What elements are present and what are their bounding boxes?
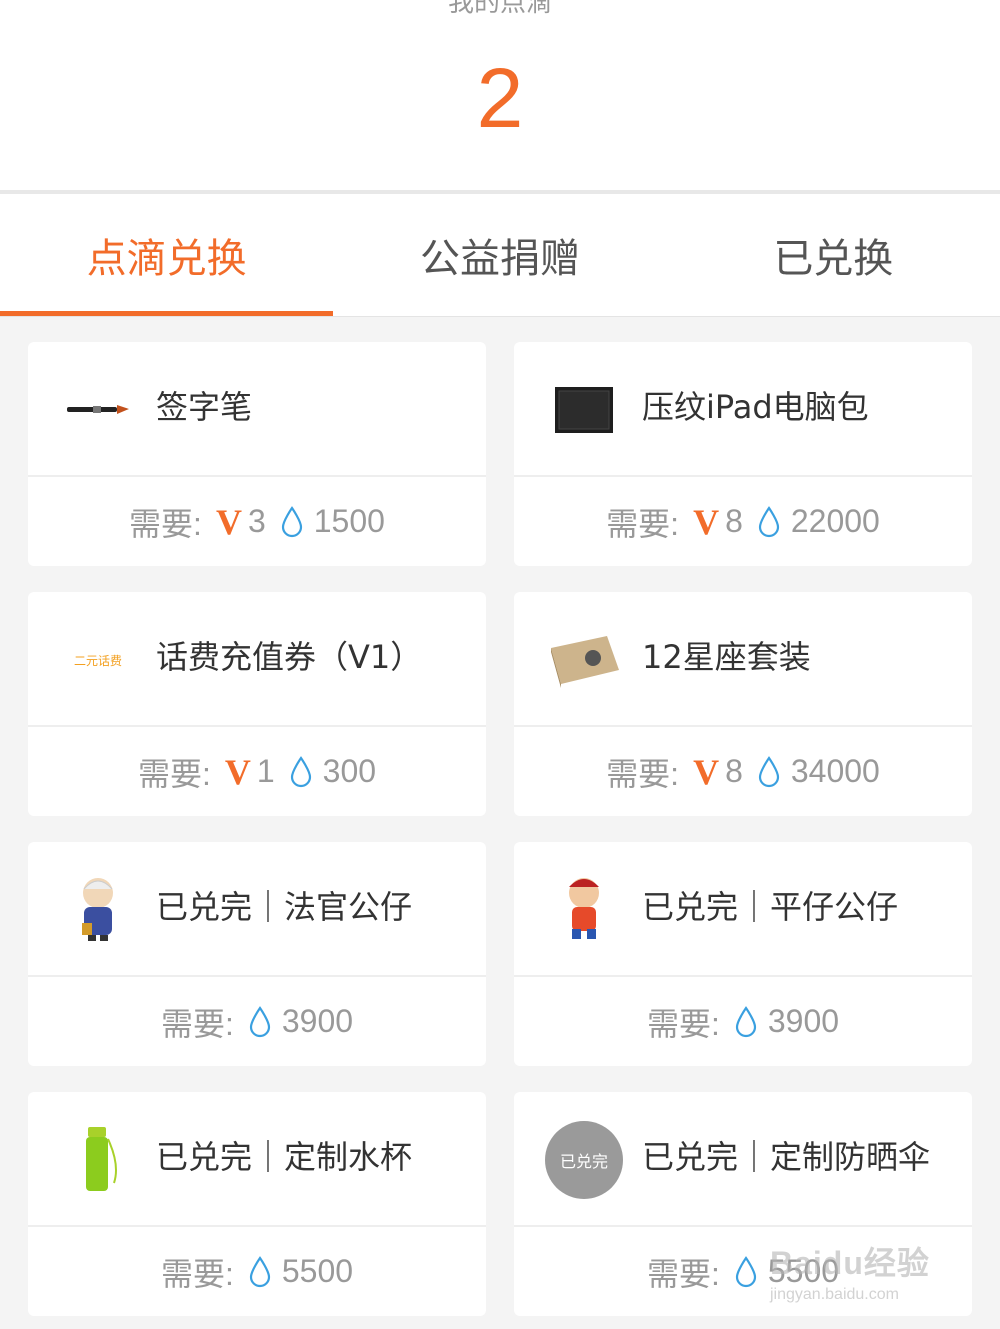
require-label: 需要: — [160, 1005, 234, 1042]
card-cost: 需要: V 1 300 — [28, 727, 486, 816]
phone-credit-icon: 二元话费 — [73, 653, 122, 668]
drop-icon — [734, 1255, 768, 1288]
drop-icon — [289, 755, 323, 788]
vip-icon: V — [215, 501, 242, 542]
vip-level: 1 — [256, 753, 275, 789]
product-name: 已兑完｜法官公仔 — [156, 888, 413, 926]
require-label: 需要: — [137, 755, 211, 792]
product-card[interactable]: 已兑完｜法官公仔需要: 3900 — [28, 842, 486, 1066]
umbrella-icon: 已兑完 — [544, 1120, 624, 1200]
require-label: 需要: — [129, 505, 202, 542]
product-card[interactable]: 二元话费 话费充值券（V1） 需要: V 1 300 — [28, 592, 486, 816]
vip-icon: V — [693, 501, 720, 542]
product-card[interactable]: 签字笔需要: V 3 1500 — [28, 342, 486, 566]
drop-cost: 22000 — [790, 503, 880, 539]
drop-cost: 3900 — [281, 1003, 354, 1039]
drop-icon — [248, 1255, 282, 1288]
require-label: 需要: — [646, 1005, 720, 1042]
card-cost: 需要: V 8 22000 — [514, 477, 972, 566]
drop-cost: 1500 — [313, 503, 385, 539]
product-name: 已兑完｜定制水杯 — [156, 1138, 413, 1176]
product-name: 已兑完｜平仔公仔 — [642, 888, 899, 926]
product-name: 12星座套装 — [642, 638, 811, 676]
card-cost: 需要: V 8 34000 — [514, 727, 972, 816]
drop-cost: 300 — [322, 753, 377, 789]
zodiac-box-icon — [544, 620, 624, 700]
product-name: 压纹iPad电脑包 — [642, 388, 869, 426]
tab-exchanged[interactable]: 已兑换 — [667, 194, 1000, 316]
pen-icon — [58, 370, 138, 450]
product-card[interactable]: 12星座套装需要: V 8 34000 — [514, 592, 972, 816]
card-header: 已兑完｜定制水杯 — [28, 1092, 486, 1227]
tab-points-exchange[interactable]: 点滴兑换 — [0, 194, 334, 316]
product-card[interactable]: 压纹iPad电脑包需要: V 8 22000 — [514, 342, 972, 566]
product-name: 签字笔 — [156, 388, 253, 426]
card-cost: 需要: V 3 1500 — [28, 477, 486, 566]
require-label: 需要: — [646, 1255, 720, 1292]
card-header: 压纹iPad电脑包 — [514, 342, 972, 477]
vip-icon: V — [224, 751, 251, 792]
points-label: 我的点滴 — [447, 0, 552, 18]
card-cost: 需要: 3900 — [514, 977, 972, 1066]
require-label: 需要: — [606, 505, 680, 542]
card-header: 签字笔 — [28, 342, 486, 477]
product-name: 话费充值券（V1） — [156, 638, 423, 676]
drop-icon — [757, 505, 791, 538]
ipad-bag-icon — [544, 370, 624, 450]
drop-cost: 34000 — [790, 753, 880, 789]
card-cost: 需要: 5500 — [28, 1227, 486, 1316]
require-label: 需要: — [606, 755, 680, 792]
product-name: 已兑完｜定制防晒伞 — [642, 1138, 931, 1176]
drop-icon — [757, 755, 791, 788]
product-card[interactable]: 已兑完｜平仔公仔需要: 3900 — [514, 842, 972, 1066]
card-header: 已兑完｜平仔公仔 — [514, 842, 972, 977]
drop-icon — [248, 1005, 282, 1038]
baidu-watermark: Baidu经验 jingyan.baidu.com — [770, 1245, 930, 1303]
card-header: 12星座套装 — [514, 592, 972, 727]
judge-doll-icon — [58, 870, 138, 950]
drop-icon — [734, 1005, 768, 1038]
points-value: 2 — [476, 51, 524, 145]
water-bottle-icon — [58, 1120, 138, 1200]
vip-level: 3 — [247, 503, 266, 539]
pingzai-doll-icon — [544, 870, 624, 950]
card-header: 二元话费 话费充值券（V1） — [28, 592, 486, 727]
product-card[interactable]: 已兑完｜定制水杯需要: 5500 — [28, 1092, 486, 1316]
vip-level: 8 — [725, 753, 743, 789]
vip-level: 8 — [725, 503, 743, 539]
card-header: 已兑完｜法官公仔 — [28, 842, 486, 977]
drop-cost: 5500 — [281, 1253, 354, 1289]
drop-cost: 3900 — [767, 1003, 840, 1039]
card-header: 已兑完 已兑完｜定制防晒伞 — [514, 1092, 972, 1227]
card-cost: 需要: 3900 — [28, 977, 486, 1066]
tab-charity-donation[interactable]: 公益捐赠 — [333, 194, 666, 316]
vip-icon: V — [693, 751, 720, 792]
drop-icon — [280, 505, 314, 538]
tab-bar: 点滴兑换 公益捐赠 已兑换 — [0, 194, 1000, 317]
require-label: 需要: — [160, 1255, 234, 1292]
points-header: 我的点滴 2 — [0, 0, 1000, 190]
